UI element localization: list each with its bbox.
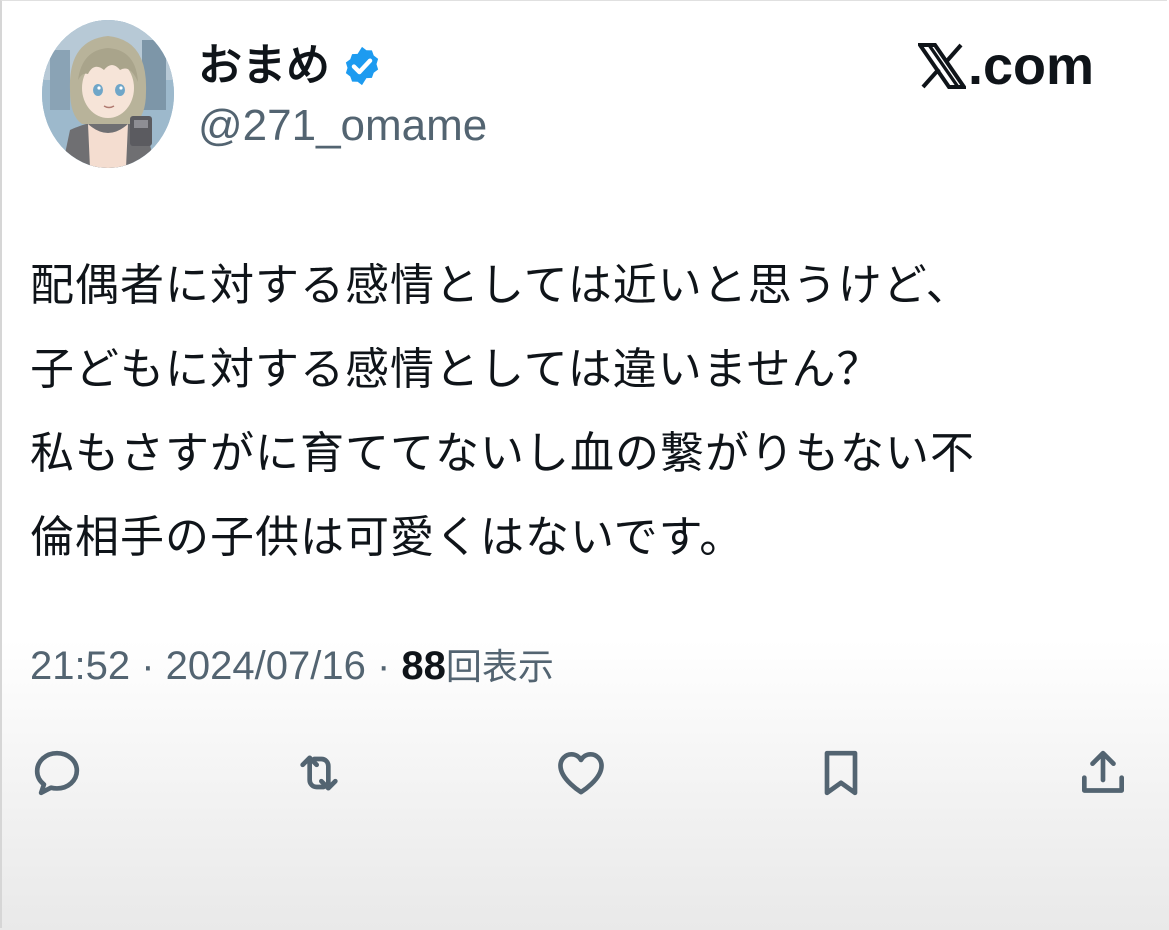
meta-separator: · — [365, 644, 402, 688]
bookmark-icon — [824, 750, 858, 796]
views-count: 88 — [401, 644, 446, 688]
retweet-icon — [300, 755, 338, 791]
bookmark-button[interactable] — [806, 738, 876, 808]
reply-button[interactable] — [22, 738, 92, 808]
views-label: 回表示 — [445, 647, 554, 688]
site-mark: .com — [918, 36, 1094, 96]
share-button[interactable] — [1068, 738, 1138, 808]
tweet-time[interactable]: 21:52 — [30, 644, 130, 688]
tweet-meta: 21:52 · 2024/07/16 · 88回表示 — [30, 636, 554, 698]
action-bar — [0, 738, 1169, 808]
heart-icon — [558, 752, 604, 795]
retweet-button[interactable] — [284, 738, 354, 808]
tweet-text: 配偶者に対する感情としては近いと思うけど、 子どもに対する感情としては違いません… — [30, 244, 1140, 580]
share-icon — [1082, 750, 1124, 793]
tweet-line: 子どもに対する感情としては違いません？ — [30, 344, 882, 395]
handle[interactable]: @271_omame — [198, 98, 487, 154]
like-button[interactable] — [546, 738, 616, 808]
verified-badge-icon — [345, 46, 379, 86]
display-name[interactable]: おまめ — [198, 38, 384, 94]
reply-icon — [34, 750, 80, 796]
tweet-line: 私もさすがに育ててないし血の繋がりもない不 — [30, 428, 975, 479]
avatar[interactable] — [42, 20, 174, 168]
tweet-line: 倫相手の子供は可愛くはないです。 — [30, 512, 745, 563]
display-name-text: おまめ — [198, 40, 330, 91]
x-logo-icon — [918, 43, 966, 89]
meta-separator: · — [130, 644, 166, 688]
tweet-date[interactable]: 2024/07/16 — [166, 644, 366, 688]
tweet-line: 配偶者に対する感情としては近いと思うけど、 — [30, 260, 971, 311]
anime-girl-avatar-image — [42, 20, 174, 168]
site-label: .com — [968, 36, 1095, 96]
